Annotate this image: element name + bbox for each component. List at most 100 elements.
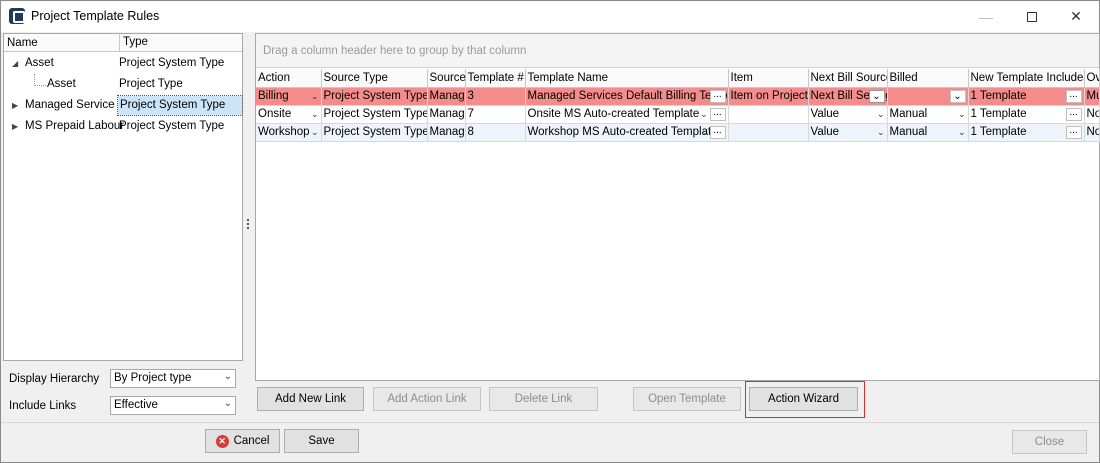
column-header[interactable]: Source [427,69,466,88]
action-cell[interactable]: Onsite ⌄ [256,105,322,124]
include-links-label: Include Links [9,400,77,412]
tree-item-type: Project System Type [119,120,225,132]
table-row[interactable]: Billing⌄ Project System Type Managed Ser… [256,87,1100,106]
expanded-arrow-icon[interactable]: ◢ [12,59,18,68]
template-number-cell[interactable]: 3 [465,87,526,106]
tree-header-name[interactable]: Name [7,37,38,49]
ellipsis-icon[interactable]: ... [709,89,726,103]
column-header[interactable]: New Template Includes [968,69,1085,88]
tree-row-asset[interactable]: ◢ Asset Project System Type [4,53,242,74]
chevron-down-icon[interactable]: ⌄ [868,89,885,103]
column-header[interactable]: Template Name [525,69,729,88]
table-row[interactable]: Workshop⌄ Project System Type Managed Se… [256,123,1100,142]
project-type-tree[interactable]: Name Type ◢ Asset Project System Type As… [3,33,243,361]
column-header[interactable]: Next Bill Source [808,69,888,88]
chevron-down-icon[interactable]: ⌄ [700,109,708,120]
group-by-panel[interactable]: Drag a column header here to group by th… [256,34,1099,68]
title-bar: Project Template Rules — ✕ [1,1,1099,32]
action-cell[interactable]: Billing ⌄ [256,87,322,106]
template-links-grid: Drag a column header here to group by th… [255,33,1100,381]
source-type-cell[interactable]: Project System Type [321,87,428,106]
cancel-button[interactable]: ✕ Cancel [205,429,280,453]
override-cell[interactable]: None [1084,105,1100,124]
item-cell[interactable] [728,123,809,142]
tree-item-type: Project System Type [119,57,225,69]
column-header[interactable]: Billed [887,69,969,88]
tree-item-name: Asset [25,57,54,69]
next-bill-source-cell[interactable]: Value ⌄ [808,123,888,142]
chevron-down-icon[interactable]: ⌄ [311,109,319,120]
source-cell[interactable]: Managed Services [427,105,466,124]
close-button[interactable]: Close [1012,430,1087,454]
chevron-down-icon[interactable]: ⌄ [224,398,232,409]
tree-item-name: MS Prepaid Labour [25,120,125,132]
billed-cell[interactable]: Manual ⌄ [887,123,969,142]
ellipsis-icon[interactable]: ... [1065,89,1082,103]
add-new-link-button[interactable]: Add New Link [257,387,364,411]
save-button[interactable]: Save [284,429,359,453]
action-wizard-button[interactable]: Action Wizard [749,387,858,411]
override-cell[interactable]: Must [1084,87,1100,106]
chevron-down-icon[interactable]: ⌄ [958,109,966,120]
collapsed-arrow-icon[interactable]: ▶ [12,122,18,131]
window-title: Project Template Rules [31,9,160,23]
add-action-link-button[interactable]: Add Action Link [373,387,481,411]
item-cell[interactable]: Item on Project [728,87,809,106]
display-hierarchy-select[interactable]: By Project type ⌄ [110,369,236,388]
maximize-icon[interactable] [1009,1,1055,32]
chevron-down-icon[interactable]: ⌄ [949,89,966,103]
source-type-cell[interactable]: Project System Type [321,123,428,142]
chevron-down-icon[interactable]: ⌄ [700,91,708,102]
include-links-select[interactable]: Effective ⌄ [110,396,236,415]
template-name-cell[interactable]: Managed Services Default Billing Templat… [525,87,729,106]
next-bill-source-cell[interactable]: Next Bill Setting ⌄ [808,87,888,106]
billed-cell[interactable]: ⌄ [887,87,969,106]
chevron-down-icon[interactable]: ⌄ [877,109,885,120]
new-template-includes-cell[interactable]: 1 Template... [968,105,1085,124]
new-template-includes-cell[interactable]: 1 Template... [968,87,1085,106]
column-header[interactable]: Ove [1084,69,1100,88]
action-cell[interactable]: Workshop ⌄ [256,123,322,142]
open-template-button[interactable]: Open Template [633,387,741,411]
table-row[interactable]: Onsite⌄ Project System Type Managed Serv… [256,105,1100,124]
next-bill-source-cell[interactable]: Value ⌄ [808,105,888,124]
app-logo-icon [9,8,25,24]
column-header[interactable]: Template # [465,69,526,88]
tree-row-ms-prepaid-labour[interactable]: ▶ MS Prepaid Labour Project System Type [4,116,242,137]
chevron-down-icon[interactable]: ⌄ [958,127,966,138]
item-cell[interactable] [728,105,809,124]
column-header[interactable]: Source Type [321,69,428,88]
template-number-cell[interactable]: 7 [465,105,526,124]
tree-row-managed-service[interactable]: ▶ Managed Service Project System Type [4,95,243,116]
column-header[interactable]: Item [728,69,809,88]
chevron-down-icon[interactable]: ⌄ [311,127,319,138]
links-table: Action Source Type Source Template # Tem… [256,69,1100,142]
splitter-handle[interactable] [247,219,250,233]
source-type-cell[interactable]: Project System Type [321,105,428,124]
ellipsis-icon[interactable]: ... [709,107,726,121]
source-cell[interactable]: Managed Services [427,123,466,142]
tree-header-type[interactable]: Type [119,34,148,51]
override-cell[interactable]: None [1084,123,1100,142]
column-header[interactable]: Action [256,69,322,88]
chevron-down-icon[interactable]: ⌄ [877,127,885,138]
delete-link-button[interactable]: Delete Link [489,387,598,411]
tree-row-asset-child[interactable]: Asset Project Type [4,74,242,95]
source-cell[interactable]: Managed Services [427,87,466,106]
template-number-cell[interactable]: 8 [465,123,526,142]
chevron-down-icon[interactable]: ⌄ [311,91,319,102]
ellipsis-icon[interactable]: ... [709,125,726,139]
ellipsis-icon[interactable]: ... [1065,125,1082,139]
template-name-cell[interactable]: Onsite MS Auto-created Template ⌄... [525,105,729,124]
tree-item-name: Asset [47,78,76,90]
ellipsis-icon[interactable]: ... [1065,107,1082,121]
close-icon[interactable]: ✕ [1053,1,1099,32]
collapsed-arrow-icon[interactable]: ▶ [12,101,18,110]
minimize-icon[interactable]: — [963,1,1009,32]
new-template-includes-cell[interactable]: 1 Template... [968,123,1085,142]
chevron-down-icon[interactable]: ⌄ [224,371,232,382]
display-hierarchy-value: By Project type [114,372,192,384]
chevron-down-icon[interactable]: ⌄ [700,127,708,138]
template-name-cell[interactable]: Workshop MS Auto-created Template ⌄... [525,123,729,142]
billed-cell[interactable]: Manual ⌄ [887,105,969,124]
